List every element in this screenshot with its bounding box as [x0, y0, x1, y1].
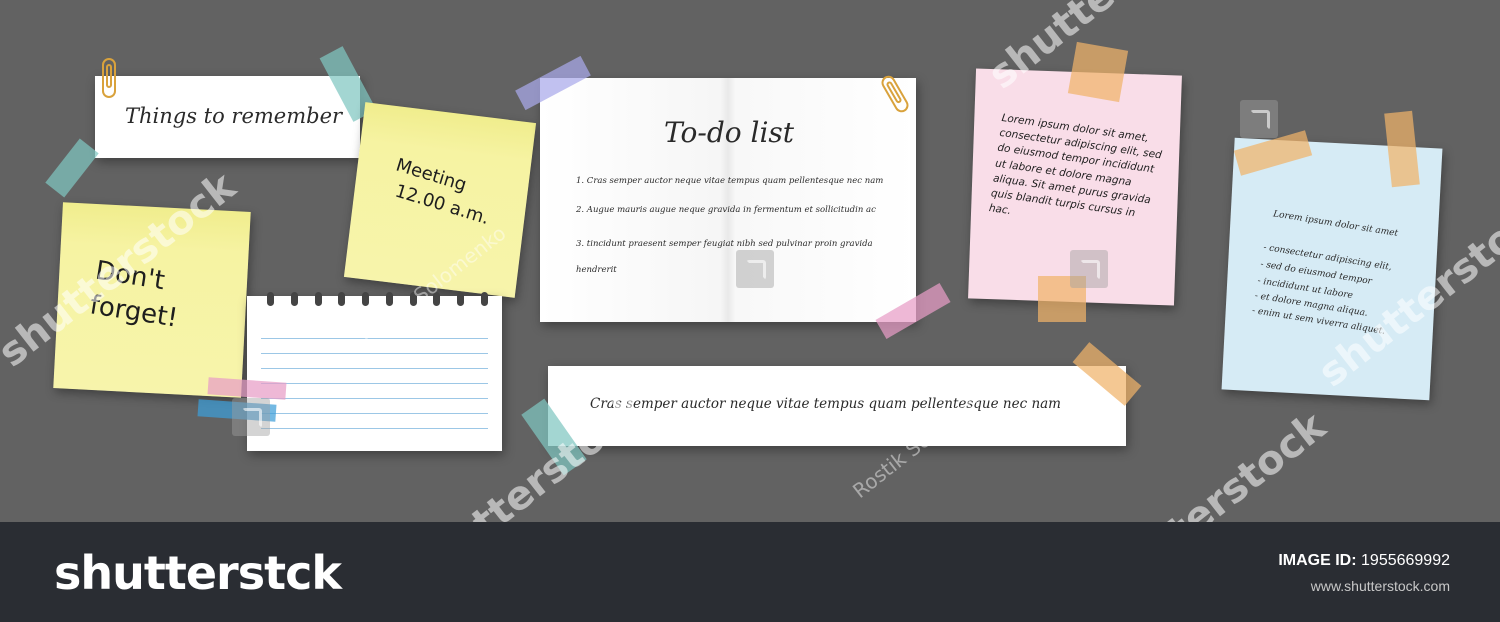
tape-orange-icon [1067, 41, 1129, 103]
pink-note-text: Lorem ipsum dolor sit amet, consectetur … [988, 111, 1163, 220]
image-id-label: IMAGE ID: [1278, 552, 1357, 569]
watermark-icon [736, 250, 774, 288]
spiral-binding [267, 292, 488, 306]
things-to-remember-note[interactable]: Things to remember [95, 76, 360, 158]
todo-item-1: 1. Cras semper auctor neque vitae tempus… [576, 176, 884, 186]
watermark-icon [232, 398, 270, 436]
corkboard-background: Things to remember Don't forget! Meeting… [0, 0, 1500, 522]
image-id: IMAGE ID: 1955669992 [1278, 552, 1450, 570]
footer-bar: shutterstck IMAGE ID: 1955669992 www.shu… [0, 522, 1500, 622]
paperclip-icon [102, 58, 116, 98]
shutterstock-logo[interactable]: shutterstck [54, 546, 342, 600]
image-id-value: 1955669992 [1361, 552, 1450, 569]
todo-list-sheet[interactable]: To-do list 1. Cras semper auctor neque v… [540, 78, 916, 322]
todo-title: To-do list [664, 116, 795, 149]
todo-item-2: 2. Augue mauris augue neque gravida in f… [576, 205, 876, 215]
things-to-remember-text: Things to remember [125, 104, 343, 128]
watermark-icon [1070, 250, 1108, 288]
site-url[interactable]: www.shutterstock.com [1311, 578, 1450, 594]
watermark-icon [1240, 100, 1278, 138]
blue-note-title: Lorem ipsum dolor sit amet [1272, 209, 1399, 239]
tape-teal-icon [45, 138, 99, 198]
